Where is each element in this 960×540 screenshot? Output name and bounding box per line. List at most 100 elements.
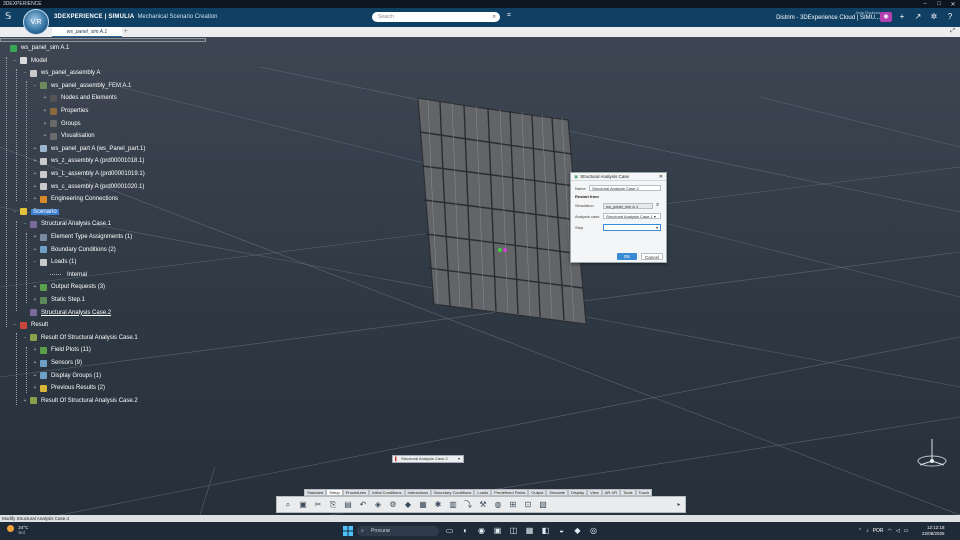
- tab-ar-vr[interactable]: AR-VR: [601, 489, 621, 496]
- tab-predefined-fields[interactable]: Predefined Fields: [491, 489, 529, 496]
- floating-tab[interactable]: ▌ Structural Analysis Case.2 ▾: [392, 455, 464, 463]
- tab-procedures[interactable]: Procedures: [342, 489, 370, 496]
- action-bar-icon[interactable]: ▦: [418, 500, 428, 510]
- search-icon[interactable]: ⌕: [493, 12, 496, 22]
- tree-node[interactable]: − Result: [12, 320, 48, 330]
- tree-node[interactable]: + Result Of Structural Analysis Case.2: [22, 396, 138, 406]
- tree-node[interactable]: − ws_panel_assembly_FEM A.1: [32, 81, 131, 91]
- action-bar-icon[interactable]: ⎘: [328, 500, 338, 510]
- mic-icon[interactable]: ♪: [866, 526, 869, 536]
- expand-icon[interactable]: +: [32, 347, 38, 353]
- action-bar-icon[interactable]: ▤: [343, 500, 353, 510]
- cancel-button[interactable]: Cancel: [641, 253, 663, 260]
- tenant-name[interactable]: Distrim - 3DExperience Cloud | SIMU...: [760, 15, 880, 21]
- tree-node[interactable]: + Display Groups (1): [32, 371, 101, 381]
- collapse-icon[interactable]: −: [22, 221, 28, 227]
- tree-node[interactable]: − Structural Analysis Case.1: [22, 219, 111, 229]
- ok-button[interactable]: OK: [617, 253, 637, 260]
- tree-node[interactable]: + Static Step.1: [32, 295, 85, 305]
- tab-boundary-conditions[interactable]: Boundary Conditions: [431, 489, 475, 496]
- tree-header-bar[interactable]: [0, 38, 206, 42]
- analysis-case-select[interactable]: Structural Analysis Case.1 ▾: [603, 213, 661, 219]
- tab-touch[interactable]: Touch: [635, 489, 653, 496]
- help-icon[interactable]: ?: [944, 12, 956, 22]
- action-bar-icon[interactable]: ⚒: [478, 500, 488, 510]
- expand-icon[interactable]: +: [32, 247, 38, 253]
- tree-node[interactable]: − Result Of Structural Analysis Case.1: [22, 333, 138, 343]
- tab-standard[interactable]: Standard: [304, 489, 327, 496]
- tree-node[interactable]: + Nodes and Elements: [42, 93, 117, 103]
- simulation-field[interactable]: ws_panel_sim A.1: [603, 202, 653, 209]
- expand-icon[interactable]: +: [42, 95, 48, 101]
- language-indicator[interactable]: POR: [873, 526, 884, 536]
- tree-node[interactable]: + Previous Results (2): [32, 383, 105, 393]
- new-tab-button[interactable]: +: [124, 27, 128, 37]
- compass-icon[interactable]: V.R: [23, 9, 49, 35]
- tree-node[interactable]: − Scenario: [12, 207, 59, 217]
- tree-node[interactable]: + ws_c_assembly A (prd00001020.1): [32, 182, 144, 192]
- expand-icon[interactable]: +: [32, 158, 38, 164]
- collapse-icon[interactable]: −: [12, 58, 18, 64]
- tree-node[interactable]: Internal: [42, 270, 87, 280]
- expand-icon[interactable]: +: [32, 297, 38, 303]
- collapse-icon[interactable]: −: [12, 209, 18, 215]
- step-select[interactable]: ▾: [603, 224, 661, 231]
- user-area[interactable]: Jean Rouleau Distrim - 3DExperience Clou…: [760, 10, 880, 21]
- maximize-icon[interactable]: □: [932, 1, 946, 8]
- tab-ws-panel-sim[interactable]: ws_panel_sim A.1: [52, 27, 122, 37]
- tab-display[interactable]: Display: [567, 489, 588, 496]
- collapse-icon[interactable]: −: [22, 335, 28, 341]
- expand-icon[interactable]: +: [32, 284, 38, 290]
- tab-interactions[interactable]: Interactions: [404, 489, 432, 496]
- chevron-up-icon[interactable]: ⌃: [858, 526, 862, 536]
- action-bar-icon[interactable]: ⚙: [388, 500, 398, 510]
- action-bar-icon[interactable]: ✱: [433, 500, 443, 510]
- share-icon[interactable]: ↗: [912, 12, 924, 22]
- taskbar-app-icon[interactable]: ◎: [588, 526, 599, 536]
- expand-icon[interactable]: +: [42, 133, 48, 139]
- tree-node[interactable]: − Loads (1): [32, 257, 76, 267]
- action-bar-icon[interactable]: ▣: [298, 500, 308, 510]
- action-bar-icon[interactable]: ◈: [373, 500, 383, 510]
- tree-node[interactable]: − ws_panel_assembly A: [22, 68, 100, 78]
- taskbar-app-icon[interactable]: ◧: [540, 526, 551, 536]
- tab-setup[interactable]: Setup: [326, 489, 343, 496]
- action-bar-icon[interactable]: ▥: [448, 500, 458, 510]
- action-bar-icon[interactable]: ◆: [403, 500, 413, 510]
- expand-icon[interactable]: +: [42, 121, 48, 127]
- expand-icon[interactable]: ⤢: [950, 28, 955, 35]
- taskbar-app-icon[interactable]: ◉: [476, 526, 487, 536]
- tab-simulate[interactable]: Simulate: [546, 489, 568, 496]
- tag-icon[interactable]: ⌗: [507, 12, 511, 20]
- dialog-title-bar[interactable]: ▣ Structural Analysis Case ✕: [571, 173, 666, 181]
- close-icon[interactable]: ✕: [659, 174, 663, 180]
- action-bar-icon[interactable]: ◍: [493, 500, 503, 510]
- chevron-right-icon[interactable]: ▸: [676, 500, 682, 510]
- tree-node[interactable]: + Properties: [42, 106, 88, 116]
- action-bar-icon[interactable]: ✂: [313, 500, 323, 510]
- action-bar-icon[interactable]: ▧: [538, 500, 548, 510]
- tab-initial-conditions[interactable]: Initial Conditions: [369, 489, 405, 496]
- tree-node[interactable]: + ws_panel_part A (ws_Panel_part.1): [32, 144, 145, 154]
- action-bar-icon[interactable]: ⊞: [508, 500, 518, 510]
- taskbar-app-icon[interactable]: ◐: [460, 526, 471, 536]
- tree-node[interactable]: + Output Requests (3): [32, 282, 105, 292]
- tree-node[interactable]: + Field Plots (11): [32, 345, 91, 355]
- taskbar-app-icon[interactable]: ◫: [508, 526, 519, 536]
- tree-node[interactable]: + Boundary Conditions (2): [32, 245, 116, 255]
- taskbar-app-icon[interactable]: ◆: [572, 526, 583, 536]
- battery-icon[interactable]: ▭: [904, 526, 909, 536]
- tab-tools[interactable]: Tools: [620, 489, 636, 496]
- expand-icon[interactable]: +: [32, 196, 38, 202]
- expand-icon[interactable]: +: [32, 171, 38, 177]
- expand-icon[interactable]: +: [32, 373, 38, 379]
- action-bar-icon[interactable]: ⊡: [523, 500, 533, 510]
- action-bar-icon[interactable]: ⤵: [463, 500, 473, 510]
- windows-start-icon[interactable]: [343, 526, 353, 536]
- search-icon[interactable]: ⌕: [656, 202, 659, 209]
- expand-icon[interactable]: +: [42, 108, 48, 114]
- tree-node[interactable]: − Model: [12, 56, 47, 66]
- expand-icon[interactable]: +: [32, 184, 38, 190]
- tree-node[interactable]: + Visualisation: [42, 131, 95, 141]
- tree-node[interactable]: + Engineering Connections: [32, 194, 118, 204]
